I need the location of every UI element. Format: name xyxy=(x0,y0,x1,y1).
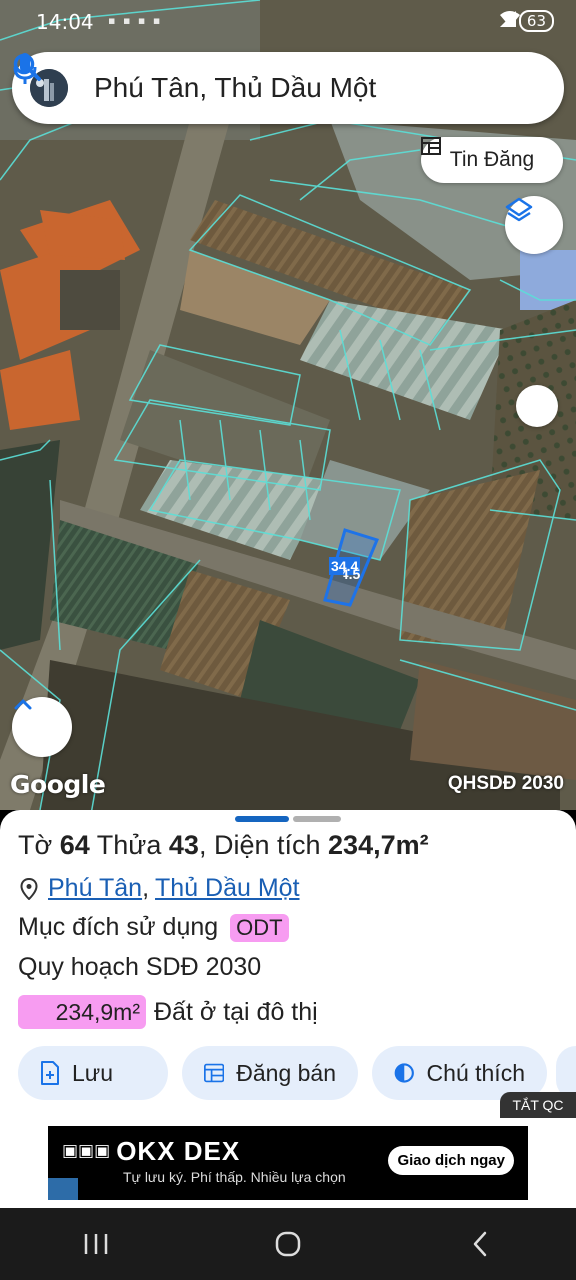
search-button[interactable] xyxy=(13,53,492,110)
contrast-icon xyxy=(394,1063,414,1083)
okx-logo-icon: ▣▣▣ xyxy=(62,1141,111,1160)
handle-inactive xyxy=(293,816,341,822)
close-ad-button[interactable]: TẮT QC xyxy=(500,1092,576,1118)
planning-area-badge: 234,9m² xyxy=(18,995,146,1029)
location-row: Phú Tân, Thủ Dầu Một xyxy=(20,874,300,903)
status-time: 14:04 xyxy=(36,10,94,34)
save-label: Lưu xyxy=(72,1059,113,1086)
ad-brand-text: OKX DEX xyxy=(116,1136,241,1166)
home-button[interactable] xyxy=(258,1214,318,1274)
status-bar: 14:04 ▪ ▪ ▪ ▪ 63 xyxy=(0,0,576,44)
recent-apps-icon xyxy=(84,1234,108,1254)
ad-choices-icon[interactable] xyxy=(48,1178,78,1200)
layers-icon xyxy=(505,197,533,222)
battery-indicator: 63 xyxy=(518,10,554,32)
ad-banner[interactable]: ▣▣▣ OKX DEX Tự lưu ký. Phí thấp. Nhiều lự… xyxy=(48,1126,528,1200)
post-for-sale-button[interactable]: Đăng bán xyxy=(182,1046,358,1100)
area-value: 234,7m² xyxy=(328,830,429,860)
land-use-row: Mục đích sử dụng ODT xyxy=(18,913,289,942)
land-use-badge: ODT xyxy=(230,913,289,942)
location-separator: , xyxy=(142,874,150,902)
sheet-number: 64 xyxy=(59,830,90,860)
status-right: 63 xyxy=(499,10,554,32)
planning-use-text: Đất ở tại đô thị xyxy=(154,997,318,1026)
voice-search-button[interactable] xyxy=(13,53,546,110)
location-marker[interactable] xyxy=(516,385,558,427)
back-button[interactable] xyxy=(450,1214,510,1274)
satellite-map[interactable]: 14:04 ▪ ▪ ▪ ▪ 63 Phú Tân, Thủ Dầu Một Ti… xyxy=(0,0,576,810)
ad-cta-button[interactable]: Giao dịch ngay xyxy=(388,1146,514,1175)
planning-layer-label: QHSDĐ 2030 xyxy=(447,773,564,794)
area-prefix: , Diện tích xyxy=(198,830,321,860)
recent-apps-button[interactable] xyxy=(66,1214,126,1274)
ad-tagline: Tự lưu ký. Phí thấp. Nhiều lựa chọn xyxy=(123,1169,346,1185)
location-pin-icon xyxy=(20,877,38,900)
system-navigation-bar xyxy=(0,1208,576,1280)
parcel-info-sheet[interactable]: Tờ 64 Thửa 43, Diện tích 234,7m² Phú Tân… xyxy=(0,810,576,1208)
city-link[interactable]: Thủ Dầu Một xyxy=(155,874,300,903)
notification-icons: ▪ ▪ ▪ ▪ xyxy=(108,14,163,27)
listings-icon xyxy=(421,137,441,155)
home-icon xyxy=(275,1231,301,1257)
ward-link[interactable]: Phú Tân xyxy=(48,874,142,903)
land-use-label: Mục đích sử dụng xyxy=(18,913,219,941)
search-input[interactable]: Phú Tân, Thủ Dầu Một xyxy=(94,72,448,104)
expand-button[interactable] xyxy=(12,697,72,757)
map-layers-button[interactable] xyxy=(505,196,563,254)
legend-label: Chú thích xyxy=(426,1059,525,1086)
chevron-up-icon xyxy=(14,699,32,710)
sheet-prefix: Tờ xyxy=(18,830,53,860)
parcel-title: Tờ 64 Thửa 43, Diện tích 234,7m² xyxy=(18,830,429,861)
mic-icon xyxy=(13,53,37,84)
handle-active xyxy=(235,816,289,822)
post-for-sale-label: Đăng bán xyxy=(236,1059,336,1086)
search-bar[interactable]: Phú Tân, Thủ Dầu Một xyxy=(12,52,564,124)
planning-heading: Quy hoạch SDĐ 2030 xyxy=(18,953,262,981)
lot-prefix: Thửa xyxy=(96,830,162,860)
ad-brand: ▣▣▣ OKX DEX xyxy=(62,1136,240,1167)
back-icon xyxy=(473,1231,487,1257)
planning-area-row: 234,9m² Đất ở tại đô thị xyxy=(18,995,318,1029)
lot-number: 43 xyxy=(168,830,199,860)
save-button[interactable]: Lưu xyxy=(18,1046,168,1100)
listings-label: Tin Đăng xyxy=(449,148,535,171)
listings-button[interactable]: Tin Đăng xyxy=(421,137,563,183)
add-file-icon xyxy=(41,1061,59,1085)
listing-icon xyxy=(204,1063,225,1083)
google-logo: Google xyxy=(10,770,106,799)
sheet-drag-handle[interactable] xyxy=(235,816,341,822)
action-chips: Lưu Đăng bán Chú thích xyxy=(18,1046,547,1100)
